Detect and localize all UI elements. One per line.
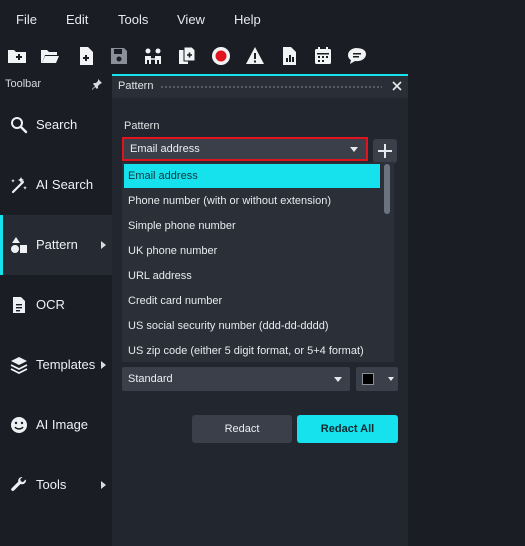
dropdown-option[interactable]: UK phone number — [124, 239, 380, 263]
wrench-icon — [10, 476, 28, 494]
close-icon[interactable] — [389, 78, 405, 94]
sidebar-item-templates[interactable]: Templates — [0, 335, 112, 395]
warning-icon[interactable] — [243, 44, 267, 68]
sidebar-item-ai-image[interactable]: AI Image — [0, 395, 112, 455]
menu-bar: File Edit Tools View Help — [0, 0, 525, 38]
dropdown-option[interactable]: Phone number (with or without extension) — [124, 189, 380, 213]
dropdown-option[interactable]: US zip code (either 5 digit format, or 5… — [124, 339, 380, 362]
sidebar-item-label: AI Search — [36, 177, 94, 192]
save-icon[interactable] — [107, 44, 131, 68]
style-select-value: Standard — [128, 373, 173, 385]
chevron-right-icon — [101, 361, 106, 369]
pattern-field-label: Pattern — [124, 120, 160, 132]
sidebar-item-label: AI Image — [36, 417, 89, 432]
dropdown-option[interactable]: URL address — [124, 264, 380, 288]
chevron-down-icon — [350, 147, 358, 152]
chevron-right-icon — [101, 481, 106, 489]
dropdown-option[interactable]: Email address — [124, 164, 380, 188]
dropdown-option[interactable]: US social security number (ddd-dd-dddd) — [124, 314, 380, 338]
sidebar-item-tools[interactable]: Tools — [0, 455, 112, 515]
record-icon[interactable] — [209, 44, 233, 68]
icon-toolbar — [0, 38, 525, 74]
color-swatch — [362, 373, 374, 385]
panel-title: Pattern — [118, 80, 154, 92]
sidebar-item-label: Search — [36, 117, 78, 132]
sidebar-item-ocr[interactable]: OCR — [0, 275, 112, 335]
sidebar-item-label: OCR — [36, 297, 65, 312]
calendar-icon[interactable] — [311, 44, 335, 68]
menu-view[interactable]: View — [177, 12, 205, 27]
sidebar: Toolbar Search AI Search Pattern OCR Tem… — [0, 74, 112, 546]
pattern-panel: Pattern Pattern Email address Email addr… — [112, 74, 408, 546]
color-picker-button[interactable] — [356, 367, 398, 391]
sidebar-item-ai-search[interactable]: AI Search — [0, 155, 112, 215]
layers-icon — [10, 356, 28, 375]
smiley-icon — [10, 416, 28, 434]
report-chart-icon[interactable] — [277, 44, 301, 68]
collaborators-icon[interactable] — [141, 44, 165, 68]
sidebar-item-search[interactable]: Search — [0, 95, 112, 155]
panel-header: Pattern — [112, 76, 408, 98]
ai-search-icon — [10, 176, 28, 194]
dropdown-option[interactable]: Credit card number — [124, 289, 380, 313]
pin-icon[interactable] — [91, 77, 103, 90]
add-pattern-button[interactable] — [373, 139, 397, 163]
pattern-select[interactable]: Email address — [122, 137, 368, 161]
pattern-dropdown-list: Email address Phone number (with or with… — [122, 162, 394, 362]
menu-edit[interactable]: Edit — [66, 12, 88, 27]
new-file-plus-icon[interactable] — [5, 44, 29, 68]
chevron-down-icon — [388, 377, 394, 381]
sidebar-header: Toolbar — [0, 74, 112, 96]
sidebar-title: Toolbar — [5, 78, 42, 90]
sidebar-item-label: Tools — [36, 477, 67, 492]
dropdown-option[interactable]: Simple phone number — [124, 214, 380, 238]
document-icon — [10, 296, 28, 314]
pattern-select-value: Email address — [130, 143, 200, 155]
sidebar-item-pattern[interactable]: Pattern — [0, 215, 112, 275]
chevron-down-icon — [334, 377, 342, 382]
open-folder-icon[interactable] — [38, 44, 62, 68]
menu-help[interactable]: Help — [234, 12, 261, 27]
copy-file-icon[interactable] — [175, 44, 199, 68]
redaction-style-select[interactable]: Standard — [122, 367, 350, 391]
redact-button[interactable]: Redact — [192, 415, 292, 443]
dropdown-scrollbar[interactable] — [384, 164, 390, 214]
chevron-right-icon — [101, 241, 106, 249]
add-document-icon[interactable] — [74, 44, 98, 68]
chat-bubble-icon[interactable] — [345, 44, 369, 68]
redact-all-button[interactable]: Redact All — [297, 415, 398, 443]
sidebar-item-label: Templates — [36, 357, 96, 372]
menu-tools[interactable]: Tools — [118, 12, 148, 27]
panel-drag-handle[interactable] — [160, 85, 382, 89]
menu-file[interactable]: File — [16, 12, 37, 27]
shapes-icon — [10, 236, 28, 254]
document-canvas[interactable] — [412, 74, 525, 546]
sidebar-item-label: Pattern — [36, 237, 78, 252]
search-icon — [10, 116, 28, 134]
